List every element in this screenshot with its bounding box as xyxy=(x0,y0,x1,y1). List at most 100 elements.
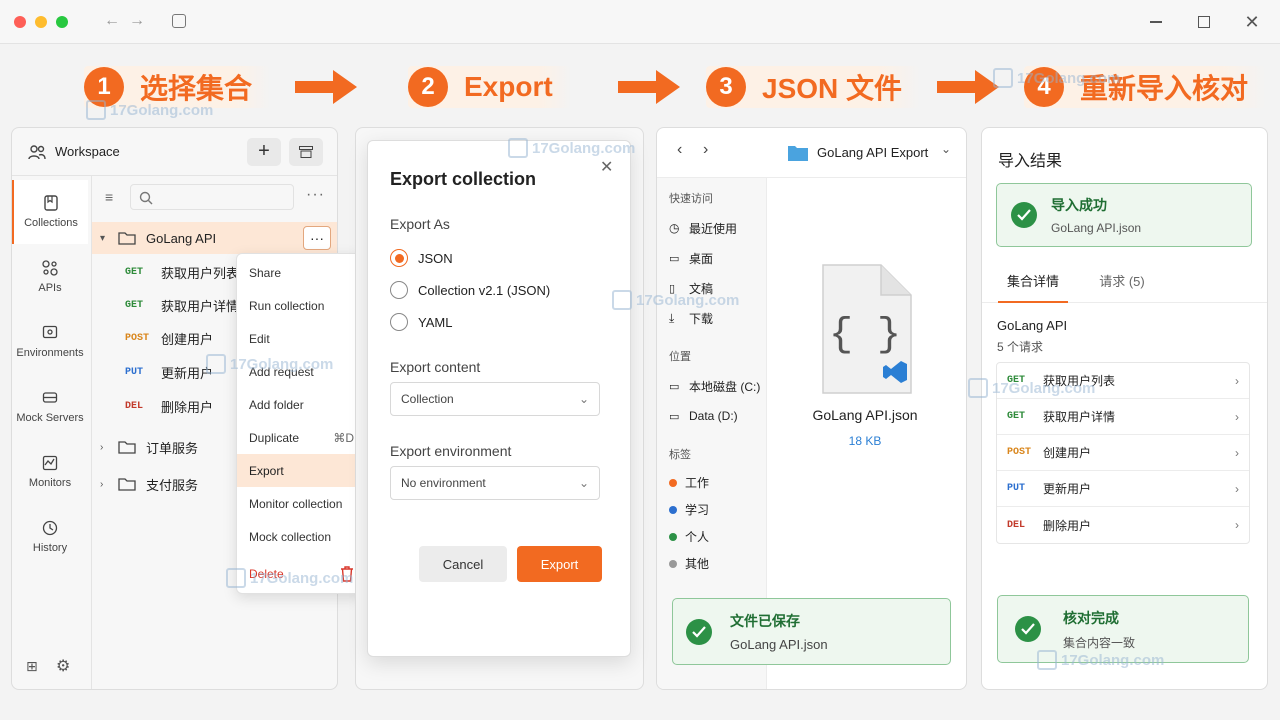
back-icon[interactable]: ‹ xyxy=(677,141,682,159)
menu-item-duplicate[interactable]: Duplicate ⌘D xyxy=(237,421,366,454)
menu-item-edit[interactable]: Edit xyxy=(237,322,366,355)
nav-monitors[interactable]: Monitors xyxy=(12,440,88,504)
request-item[interactable]: GET 获取用户详情 › xyxy=(997,399,1249,435)
tab-requests[interactable]: 请求 (5) xyxy=(1092,267,1152,303)
menu-item-monitor-collection[interactable]: Monitor collection xyxy=(237,487,366,520)
menu-item-share[interactable]: Share xyxy=(237,256,366,289)
cancel-button[interactable]: Cancel xyxy=(419,546,507,582)
menu-item-add-request[interactable]: Add request xyxy=(237,355,366,388)
request-item[interactable]: POST 创建用户 › xyxy=(997,435,1249,471)
search-icon xyxy=(139,191,153,205)
step-arrow-icon xyxy=(295,70,357,104)
json-file[interactable]: { } xyxy=(821,263,913,400)
request-item[interactable]: PUT 更新用户 xyxy=(125,355,239,389)
chevron-right-icon: › xyxy=(1235,481,1239,496)
tag-item[interactable]: 工作 xyxy=(657,469,766,496)
radio-collection-v21[interactable]: Collection v2.1 (JSON) xyxy=(390,274,550,306)
method-badge: GET xyxy=(1007,375,1026,386)
chevron-down-icon[interactable]: ⌄ xyxy=(941,142,951,156)
collection-row[interactable]: ▾ GoLang API ··· xyxy=(92,222,337,254)
radio-json[interactable]: JSON xyxy=(390,242,550,274)
nav-environments[interactable]: Environments xyxy=(12,310,88,374)
export-button[interactable]: Export xyxy=(517,546,602,582)
request-item[interactable]: GET 获取用户列表 xyxy=(125,256,239,288)
folder-icon xyxy=(118,478,136,491)
sidebar-label: 下载 xyxy=(689,311,714,326)
result-collection-name: GoLang API xyxy=(997,318,1068,333)
new-button[interactable]: + xyxy=(247,137,281,166)
result-title: 导入结果 xyxy=(998,153,1063,170)
request-item[interactable]: PUT 更新用户 › xyxy=(997,471,1249,507)
folder-row[interactable]: › 订单服务 xyxy=(100,431,198,463)
zoom-traffic-light[interactable] xyxy=(56,16,68,28)
request-item[interactable]: DEL 删除用户 xyxy=(125,389,239,423)
minimize-window-button[interactable] xyxy=(1144,10,1168,34)
request-item[interactable]: GET 获取用户详情 xyxy=(125,288,239,322)
folder-row[interactable]: › 支付服务 xyxy=(100,468,198,500)
back-arrow-icon[interactable]: ← xyxy=(104,12,120,30)
check-icon xyxy=(1011,202,1037,228)
file-saved-toast: 文件已保存 GoLang API.json xyxy=(672,598,951,665)
sidebar-item-drive-c[interactable]: ▭ 本地磁盘 (C:) xyxy=(657,371,766,401)
menu-label: Duplicate xyxy=(249,430,300,445)
tag-item[interactable]: 学习 xyxy=(657,496,766,523)
import-result-panel: 导入结果 导入成功 GoLang API.json 集合详情 请求 (5) Go… xyxy=(981,127,1268,690)
request-name: 创建用户 xyxy=(161,332,214,347)
search-input[interactable] xyxy=(130,184,294,210)
maximize-window-button[interactable] xyxy=(1192,10,1216,34)
sidebar-toggle-icon[interactable] xyxy=(172,14,186,28)
export-content-select[interactable]: Collection ⌄ xyxy=(390,382,600,416)
chevron-down-icon: ▾ xyxy=(100,232,106,244)
verify-title: 核对完成 xyxy=(1063,609,1119,626)
tag-item[interactable]: 其他 xyxy=(657,550,766,577)
import-success-card: 导入成功 GoLang API.json xyxy=(996,183,1252,247)
sidebar-item-desktop[interactable]: ▭ 桌面 xyxy=(657,243,766,273)
close-window-button[interactable]: ✕ xyxy=(1240,10,1264,34)
context-menu: Share Run collection Edit Add request Ad… xyxy=(236,253,367,594)
request-item[interactable]: DEL 删除用户 › xyxy=(997,507,1249,543)
file-size: 18 KB xyxy=(848,434,882,448)
step-2: 2 Export xyxy=(408,66,571,108)
close-traffic-light[interactable] xyxy=(14,16,26,28)
collection-more-button[interactable]: ··· xyxy=(303,226,331,250)
filter-icon[interactable]: ≡ xyxy=(105,189,113,205)
radio-icon xyxy=(390,313,408,331)
menu-item-delete[interactable]: Delete xyxy=(237,557,366,590)
nav-collections[interactable]: Collections xyxy=(12,180,88,244)
method-badge: GET xyxy=(1007,411,1026,422)
radio-yaml[interactable]: YAML xyxy=(390,306,550,338)
sidebar-item-documents[interactable]: ▯ 文稿 xyxy=(657,273,766,303)
menu-item-mock-collection[interactable]: Mock collection xyxy=(237,520,366,553)
settings-gear-icon[interactable]: ⚙ xyxy=(56,656,70,676)
select-value: Collection xyxy=(401,392,454,406)
nav-history[interactable]: History xyxy=(12,505,88,569)
minimize-traffic-light[interactable] xyxy=(35,16,47,28)
desktop-icon: ▭ xyxy=(669,252,680,265)
request-item[interactable]: POST 创建用户 xyxy=(125,322,239,355)
menu-item-run-collection[interactable]: Run collection xyxy=(237,289,366,322)
sidebar-item-downloads[interactable]: ⤓ 下载 xyxy=(657,303,766,333)
more-options-icon[interactable]: ··· xyxy=(306,186,325,204)
grid-icon[interactable]: ⊞ xyxy=(26,658,38,675)
nav-mock-servers[interactable]: Mock Servers xyxy=(12,375,88,439)
menu-item-export[interactable]: Export xyxy=(237,454,366,487)
forward-arrow-icon[interactable]: → xyxy=(129,12,145,30)
radio-selected-icon xyxy=(390,249,408,267)
export-environment-select[interactable]: No environment ⌄ xyxy=(390,466,600,500)
team-icon xyxy=(28,144,46,159)
folder-name: 支付服务 xyxy=(146,477,199,493)
sidebar-item-recent[interactable]: ◷ 最近使用 xyxy=(657,213,766,243)
import-button[interactable] xyxy=(289,137,323,166)
step-1-label: 选择集合 xyxy=(140,73,253,104)
forward-icon[interactable]: › xyxy=(703,141,708,159)
nav-apis[interactable]: APIs xyxy=(12,245,88,309)
close-icon[interactable]: ✕ xyxy=(600,157,613,177)
request-name: 获取用户列表 xyxy=(1043,374,1116,388)
request-item[interactable]: GET 获取用户列表 › xyxy=(997,363,1249,399)
tag-item[interactable]: 个人 xyxy=(657,523,766,550)
tag-dot-icon xyxy=(669,478,677,487)
result-request-list: GET 获取用户列表 › GET 获取用户详情 › POST 创建用户 › PUT 更新用户 ›… xyxy=(996,362,1250,544)
request-list: GET 获取用户列表 GET 获取用户详情 POST 创建用户 PUT 更新用户 DEL… xyxy=(125,256,239,423)
menu-item-add-folder[interactable]: Add folder xyxy=(237,388,366,421)
tab-collection-details[interactable]: 集合详情 xyxy=(998,267,1068,303)
